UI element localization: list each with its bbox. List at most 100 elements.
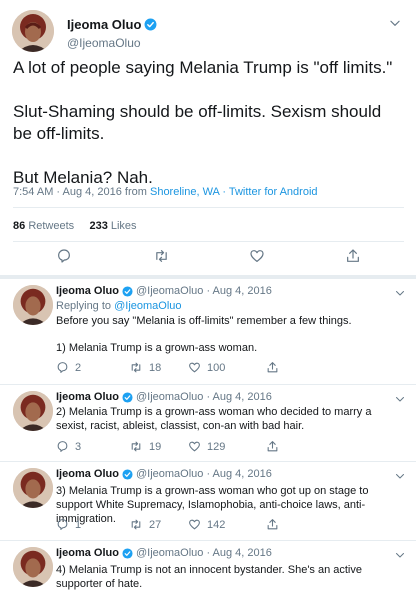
like-button[interactable] (249, 248, 265, 264)
author-name-row[interactable]: Ijeoma Oluo (67, 17, 157, 32)
verified-badge-icon (122, 468, 133, 480)
reply-text: 2) Melania Trump is a grown-ass woman wh… (56, 405, 401, 433)
author-name[interactable]: Ijeoma Oluo (67, 17, 141, 32)
author-handle[interactable]: @IjeomaOluo (67, 36, 157, 50)
reply-author-name[interactable]: Ijeoma Oluo (56, 391, 119, 403)
reply-icon (57, 519, 68, 530)
retweet-icon (156, 250, 167, 262)
retweet-button[interactable]: 27 (129, 518, 161, 531)
reply-author-row[interactable]: Ijeoma Oluo @IjeomaOluo · Aug 4, 2016 (56, 547, 272, 559)
reply-icon (58, 249, 70, 263)
like-button[interactable]: 100 (188, 361, 225, 374)
chevron-down-icon[interactable] (394, 287, 406, 299)
share-icon (347, 249, 359, 262)
retweets-stat[interactable]: 86 Retweets (13, 220, 74, 232)
reply-handle-date[interactable]: @IjeomaOluo · Aug 4, 2016 (136, 547, 272, 559)
like-icon (189, 441, 200, 452)
retweet-count: 18 (149, 361, 162, 374)
retweet-count: 19 (149, 440, 162, 453)
reply-count: 3 (75, 440, 82, 453)
retweet-icon (131, 441, 141, 452)
divider (13, 241, 404, 242)
tweet-meta: 7:54 AM · Aug 4, 2016 from Shoreline, WA… (13, 186, 318, 198)
reply-button[interactable]: 1 (56, 518, 81, 531)
author-block: Ijeoma Oluo @IjeomaOluo (67, 16, 157, 50)
reply-paragraph: Before you say "Melania is off-limits" r… (56, 315, 352, 327)
reply-count: 2 (75, 361, 82, 374)
tweet-stats: 86 Retweets 233 Likes (13, 220, 137, 232)
like-icon (189, 362, 200, 373)
reply-actions: 3 19 129 (56, 440, 356, 456)
reply-count: 1 (75, 518, 82, 531)
share-button[interactable] (345, 248, 361, 264)
reply-icon (57, 441, 68, 452)
reply-paragraph: 2) Melania Trump is a grown-ass woman wh… (56, 406, 372, 432)
verified-badge-icon (122, 391, 133, 403)
share-button[interactable] (266, 440, 279, 453)
retweet-count: 27 (149, 518, 162, 531)
reply-tweet[interactable]: Ijeoma Oluo @IjeomaOluo · Aug 4, 2016 3)… (0, 462, 416, 541)
retweet-icon (131, 362, 141, 373)
avatar[interactable] (12, 10, 54, 52)
share-button[interactable] (266, 361, 279, 374)
reply-button[interactable]: 2 (56, 361, 81, 374)
chevron-down-icon[interactable] (388, 16, 402, 30)
reply-author-name[interactable]: Ijeoma Oluo (56, 285, 119, 297)
avatar[interactable] (13, 391, 53, 431)
reply-button[interactable] (56, 248, 72, 264)
like-count: 129 (207, 440, 226, 453)
reply-author-row[interactable]: Ijeoma Oluo @IjeomaOluo · Aug 4, 2016 (56, 391, 272, 403)
reply-handle-date[interactable]: @IjeomaOluo · Aug 4, 2016 (136, 391, 272, 403)
reply-author-row[interactable]: Ijeoma Oluo @IjeomaOluo · Aug 4, 2016 (56, 285, 272, 297)
tweet-actions (0, 248, 416, 268)
reply-tweet[interactable]: Ijeoma Oluo @IjeomaOluo · Aug 4, 2016 4)… (0, 541, 416, 591)
main-tweet-header: Ijeoma Oluo @IjeomaOluo (12, 10, 402, 52)
like-button[interactable]: 129 (188, 440, 225, 453)
chevron-down-icon[interactable] (394, 549, 406, 561)
tweet-paragraph: Slut-Shaming should be off-limits. Sexis… (13, 102, 382, 143)
tweet-timestamp[interactable]: 7:54 AM · Aug 4, 2016 from (13, 186, 147, 198)
retweet-button[interactable]: 19 (129, 440, 161, 453)
reply-paragraph: 4) Melania Trump is not an innocent byst… (56, 564, 362, 590)
verified-badge-icon (144, 18, 157, 31)
reply-handle-date[interactable]: @IjeomaOluo · Aug 4, 2016 (136, 285, 272, 297)
chevron-down-icon[interactable] (394, 470, 406, 482)
verified-badge-icon (122, 285, 133, 297)
reply-author-name[interactable]: Ijeoma Oluo (56, 468, 119, 480)
reply-text: 4) Melania Trump is not an innocent byst… (56, 563, 401, 591)
retweet-icon (131, 519, 141, 530)
like-count: 142 (207, 518, 226, 531)
retweet-button[interactable]: 18 (129, 361, 161, 374)
replying-to-handle[interactable]: @IjeomaOluo (114, 300, 181, 312)
reply-icon (57, 362, 68, 373)
reply-actions: 2 18 100 (56, 361, 356, 377)
tweet-client[interactable]: · Twitter for Android (222, 186, 317, 198)
like-icon (189, 519, 200, 530)
like-button[interactable]: 142 (188, 518, 225, 531)
divider (13, 207, 404, 208)
avatar[interactable] (13, 285, 53, 325)
likes-stat[interactable]: 233 Likes (89, 220, 136, 232)
tweet-paragraph: A lot of people saying Melania Trump is … (13, 58, 393, 77)
share-icon (267, 519, 278, 530)
reply-actions: 1 27 142 (56, 518, 356, 534)
reply-author-row[interactable]: Ijeoma Oluo @IjeomaOluo · Aug 4, 2016 (56, 468, 272, 480)
chevron-down-icon[interactable] (394, 393, 406, 405)
reply-paragraph: 1) Melania Trump is a grown-ass woman. (56, 342, 258, 354)
avatar[interactable] (13, 468, 53, 508)
reply-text: Before you say "Melania is off-limits" r… (56, 314, 401, 355)
retweet-button[interactable] (153, 248, 170, 264)
reply-tweet[interactable]: Ijeoma Oluo @IjeomaOluo · Aug 4, 2016 2)… (0, 385, 416, 462)
avatar[interactable] (13, 547, 53, 587)
reply-tweet[interactable]: Ijeoma Oluo @IjeomaOluo · Aug 4, 2016 Re… (0, 279, 416, 385)
reply-button[interactable]: 3 (56, 440, 81, 453)
like-count: 100 (207, 361, 226, 374)
reply-author-name[interactable]: Ijeoma Oluo (56, 547, 119, 559)
share-icon (267, 441, 278, 452)
reply-handle-date[interactable]: @IjeomaOluo · Aug 4, 2016 (136, 468, 272, 480)
share-button[interactable] (266, 518, 279, 531)
share-icon (267, 362, 278, 373)
tweet-location[interactable]: Shoreline, WA (150, 186, 219, 198)
like-icon (250, 250, 264, 262)
replying-to: Replying to @IjeomaOluo (56, 300, 182, 312)
